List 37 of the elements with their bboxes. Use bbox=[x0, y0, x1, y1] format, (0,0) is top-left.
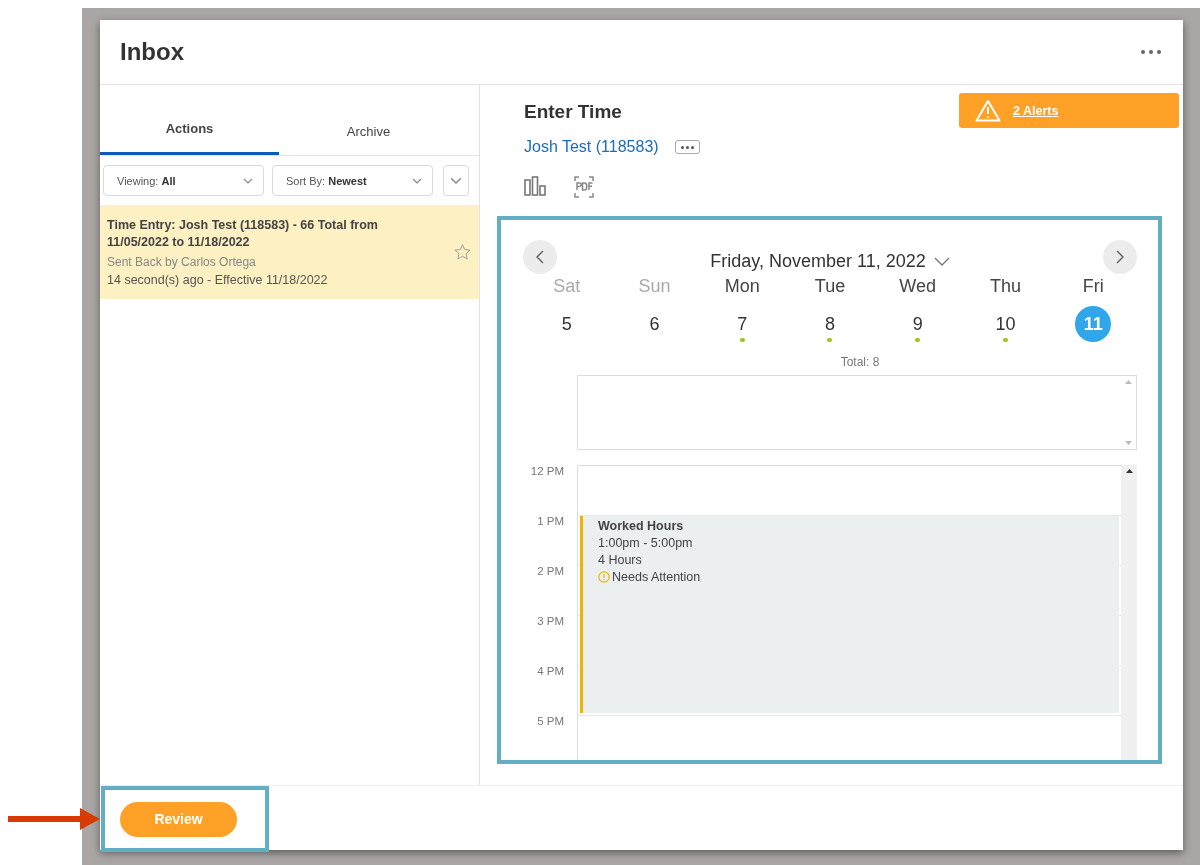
item-meta: 14 second(s) ago - Effective 11/18/2022 bbox=[107, 273, 329, 287]
detail-title: Enter Time bbox=[524, 101, 622, 124]
item-sender: Sent Back by Carlos Ortega bbox=[107, 255, 257, 269]
weekday-label: Wed bbox=[899, 276, 937, 298]
filter-dropdown[interactable]: Viewing: All bbox=[103, 165, 264, 196]
day-number[interactable]: 5 bbox=[548, 306, 585, 342]
day-number[interactable]: 8 bbox=[812, 306, 848, 342]
weekday-label: Tue bbox=[814, 276, 846, 298]
weekday-label: Fri bbox=[1082, 276, 1104, 298]
day-number[interactable]: 6 bbox=[636, 306, 673, 342]
weekday-label: Mon bbox=[724, 276, 760, 298]
total-label: Total: 8 bbox=[839, 355, 881, 369]
day-number[interactable]: 7 bbox=[724, 306, 761, 342]
time-entry[interactable]: Worked Hours 1:00pm - 5:00pm 4 Hours Needs Attention bbox=[580, 516, 1119, 713]
tab[interactable]: Archive bbox=[279, 105, 458, 155]
item-title: Time Entry: Josh Test (118583) - 66 Total from 11/05/2022 to 11/18/2022 bbox=[107, 217, 379, 251]
entry-title: Worked Hours bbox=[598, 519, 685, 533]
entry-time: 1:00pm - 5:00pm bbox=[598, 536, 694, 550]
hour-label: 4 PM bbox=[536, 665, 565, 679]
weekday-label: Thu bbox=[989, 276, 1021, 298]
hour-label: 2 PM bbox=[536, 565, 565, 579]
date-picker[interactable]: Friday, November 11, 2022 bbox=[704, 249, 956, 273]
worker-link[interactable]: Josh Test (118583) bbox=[524, 138, 659, 156]
inbox-item[interactable]: Time Entry: Josh Test (118583) - 66 Total from 11/05/2022 to 11/18/2022 Sent Back by Carlos Ortega 14 second(s) ago - Effective 11/18/2022 bbox=[100, 205, 479, 299]
page-title: Inbox bbox=[120, 38, 184, 66]
filter-dropdown[interactable]: Sort By: Newest bbox=[272, 165, 433, 196]
hour-label: 3 PM bbox=[536, 615, 565, 629]
day-number[interactable]: 9 bbox=[899, 306, 936, 342]
hour-label: 12 PM bbox=[529, 465, 565, 479]
tab[interactable]: Actions bbox=[100, 105, 279, 155]
weekday-label: Sun bbox=[638, 276, 671, 298]
hour-label: 1 PM bbox=[536, 515, 565, 529]
entry-status: Needs Attention bbox=[612, 570, 701, 584]
weekday-label: Sat bbox=[553, 276, 581, 298]
entry-duration: 4 Hours bbox=[598, 553, 643, 567]
hour-label: 5 PM bbox=[536, 715, 565, 729]
day-number[interactable]: 10 bbox=[987, 306, 1024, 342]
